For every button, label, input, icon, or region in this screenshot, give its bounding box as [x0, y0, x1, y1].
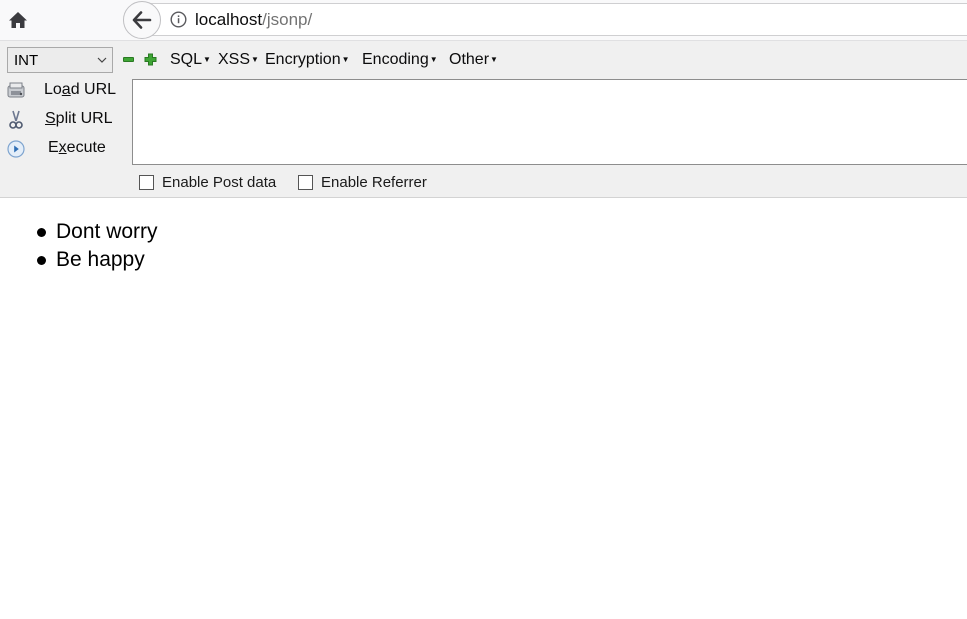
type-select[interactable]: INT — [7, 47, 113, 73]
load-url-button[interactable]: Load URL — [5, 79, 117, 103]
menu-encryption[interactable]: Encryption▼ — [265, 51, 350, 69]
caret-down-icon: ▼ — [490, 55, 498, 64]
list-item-text: Dont worry — [56, 220, 158, 243]
type-select-value: INT — [14, 52, 39, 69]
list-item: Be happy — [36, 246, 158, 274]
referrer-label: Enable Referrer — [321, 174, 427, 191]
bullet-icon — [37, 256, 46, 265]
referrer-checkbox-box[interactable] — [298, 175, 313, 190]
load-url-icon — [7, 82, 25, 98]
url-textarea[interactable] — [132, 79, 967, 165]
menu-other[interactable]: Other▼ — [449, 51, 498, 69]
home-icon — [9, 12, 27, 28]
url-host: localhost — [195, 10, 263, 29]
url-path: /jsonp/ — [262, 10, 313, 29]
menu-sql-label: SQL — [170, 51, 203, 69]
load-url-label: Load URL — [44, 80, 116, 100]
execute-accesskey: x — [58, 139, 67, 156]
caret-down-icon: ▼ — [203, 55, 211, 64]
page-bullet-list: Dont worry Be happy — [36, 218, 158, 274]
menu-encryption-label: Encryption — [265, 51, 341, 69]
split-url-label: Split URL — [45, 109, 113, 129]
execute-label: Execute — [48, 138, 106, 158]
caret-down-icon: ▼ — [429, 55, 438, 64]
menu-xss[interactable]: XSS▼ — [218, 51, 259, 69]
back-button[interactable] — [123, 1, 161, 39]
bullet-icon — [37, 228, 46, 237]
execute-label-suffix: ecute — [66, 139, 106, 156]
menu-other-label: Other — [449, 51, 490, 69]
split-url-label-suffix: plit URL — [55, 110, 113, 127]
split-url-button[interactable]: Split URL — [5, 108, 117, 132]
list-item: Dont worry — [36, 218, 158, 246]
increase-icon[interactable] — [144, 53, 157, 66]
menu-encoding[interactable]: Encoding▼ — [362, 51, 438, 69]
split-url-accesskey: S — [45, 110, 56, 127]
caret-down-icon: ▼ — [341, 55, 350, 64]
post-data-label: Enable Post data — [162, 174, 277, 191]
navigation-toolbar: localhost/jsonp/ — [0, 0, 967, 41]
menu-encoding-label: Encoding — [362, 51, 429, 69]
chevron-down-icon — [97, 57, 107, 63]
back-arrow-icon — [132, 11, 152, 29]
load-url-accesskey: a — [61, 81, 71, 98]
post-data-checkbox-box[interactable] — [139, 175, 154, 190]
load-url-label-suffix: d URL — [70, 81, 117, 98]
menu-sql[interactable]: SQL▼ — [170, 51, 211, 69]
list-item-text: Be happy — [56, 248, 145, 271]
menu-xss-label: XSS — [218, 51, 251, 69]
play-icon — [7, 140, 25, 158]
scissors-icon — [9, 110, 23, 129]
load-url-label-prefix: Lo — [44, 81, 62, 98]
url-display[interactable]: localhost/jsonp/ — [195, 9, 312, 31]
home-button[interactable] — [7, 9, 29, 31]
hackbar-panel: INT SQL▼ XSS▼ Encryption▼ Encoding▼ Othe… — [0, 41, 967, 198]
execute-button[interactable]: Execute — [5, 137, 117, 161]
decrease-icon[interactable] — [123, 57, 134, 62]
execute-label-prefix: E — [48, 139, 59, 156]
site-info-icon[interactable] — [170, 11, 187, 28]
caret-down-icon: ▼ — [251, 55, 259, 64]
